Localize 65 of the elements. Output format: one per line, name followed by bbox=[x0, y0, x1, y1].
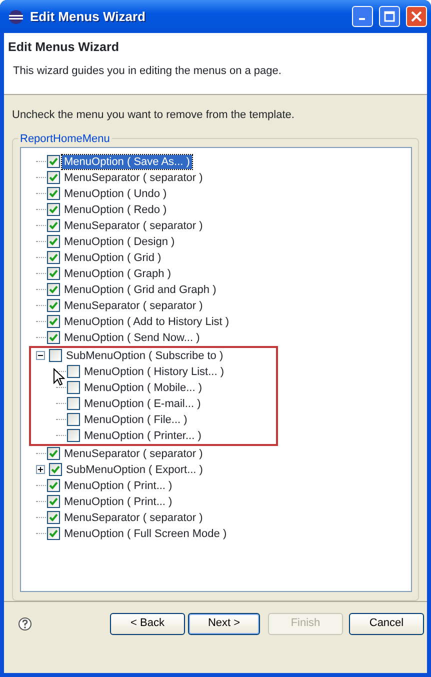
tree-item[interactable]: SubMenuOption ( Subscribe to ) bbox=[64, 348, 226, 362]
wizard-button[interactable]: < Back bbox=[110, 612, 185, 634]
tree-item[interactable]: MenuOption ( Grid and Graph ) bbox=[62, 282, 218, 296]
tree-item[interactable]: MenuOption ( Add to History List ) bbox=[62, 314, 232, 328]
instruction-text: Uncheck the menu you want to remove from the template. bbox=[12, 108, 296, 123]
tree-item[interactable]: MenuOption ( Redo ) bbox=[62, 202, 169, 216]
checkbox[interactable] bbox=[47, 283, 60, 296]
tree-item[interactable]: MenuSeparator ( separator ) bbox=[62, 218, 205, 232]
page-description: This wizard guides you in editing the menus on a page. bbox=[12, 64, 282, 79]
tree-item[interactable]: MenuOption ( Save As... ) bbox=[62, 154, 192, 168]
checkbox[interactable] bbox=[47, 171, 60, 184]
checkbox[interactable] bbox=[47, 479, 60, 492]
tree-item[interactable]: MenuOption ( Print... ) bbox=[62, 494, 174, 508]
tree-item[interactable]: MenuOption ( Design ) bbox=[62, 234, 177, 248]
checkbox[interactable] bbox=[67, 413, 80, 426]
checkbox[interactable] bbox=[47, 447, 60, 460]
checkbox[interactable] bbox=[47, 203, 60, 216]
wizard-button[interactable]: Cancel bbox=[349, 612, 424, 634]
maximize-button[interactable] bbox=[379, 6, 400, 27]
checkbox[interactable] bbox=[47, 511, 60, 524]
tree-item[interactable]: MenuSeparator ( separator ) bbox=[62, 298, 205, 312]
checkbox[interactable] bbox=[67, 429, 80, 442]
expand-icon[interactable] bbox=[36, 465, 45, 474]
checkbox[interactable] bbox=[67, 365, 80, 378]
checkbox[interactable] bbox=[47, 251, 60, 264]
checkbox[interactable] bbox=[47, 299, 60, 312]
checkbox[interactable] bbox=[49, 463, 62, 476]
tree-item[interactable]: MenuOption ( Full Screen Mode ) bbox=[62, 526, 229, 540]
checkbox[interactable] bbox=[47, 495, 60, 508]
tree-item[interactable]: MenuSeparator ( separator ) bbox=[62, 170, 205, 184]
tree-item[interactable]: MenuOption ( Print... ) bbox=[62, 478, 174, 492]
mouse-pointer-icon bbox=[53, 368, 65, 386]
tree-item[interactable]: MenuOption ( Mobile... ) bbox=[82, 380, 204, 394]
tree-item[interactable]: MenuSeparator ( separator ) bbox=[62, 446, 205, 460]
tree-item[interactable]: MenuOption ( Undo ) bbox=[62, 186, 169, 200]
tree-item[interactable]: MenuOption ( Send Now... ) bbox=[62, 330, 202, 344]
maximize-icon bbox=[384, 10, 395, 22]
close-icon bbox=[411, 10, 422, 22]
checkbox[interactable] bbox=[47, 267, 60, 280]
minimize-button[interactable] bbox=[352, 6, 373, 27]
checkbox[interactable] bbox=[47, 219, 60, 232]
tree-item[interactable]: MenuOption ( History List... ) bbox=[82, 364, 226, 378]
tree-item[interactable]: MenuOption ( E-mail... ) bbox=[82, 396, 203, 410]
collapse-icon[interactable] bbox=[36, 351, 45, 360]
checkbox[interactable] bbox=[47, 331, 60, 344]
tree-item[interactable]: MenuOption ( Printer... ) bbox=[82, 428, 204, 442]
checkbox[interactable] bbox=[67, 381, 80, 394]
tree-item[interactable]: MenuOption ( Grid ) bbox=[62, 250, 164, 264]
checkbox[interactable] bbox=[47, 155, 60, 168]
page-title: Edit Menus Wizard bbox=[8, 39, 120, 56]
tree-item[interactable]: MenuSeparator ( separator ) bbox=[62, 510, 205, 524]
wizard-button[interactable]: Next > bbox=[188, 612, 260, 634]
checkbox[interactable] bbox=[47, 235, 60, 248]
tree-item[interactable]: SubMenuOption ( Export... ) bbox=[64, 462, 205, 476]
checkbox[interactable] bbox=[49, 349, 62, 362]
help-icon[interactable] bbox=[18, 616, 32, 630]
checkbox[interactable] bbox=[47, 527, 60, 540]
tree-item[interactable]: MenuOption ( Graph ) bbox=[62, 266, 173, 280]
checkbox[interactable] bbox=[67, 397, 80, 410]
app-icon bbox=[8, 8, 24, 24]
tree-item[interactable]: MenuOption ( File... ) bbox=[82, 412, 190, 426]
checkbox[interactable] bbox=[47, 187, 60, 200]
window-title: Edit Menus Wizard bbox=[30, 8, 146, 26]
close-button[interactable] bbox=[406, 6, 427, 27]
checkbox[interactable] bbox=[47, 315, 60, 328]
